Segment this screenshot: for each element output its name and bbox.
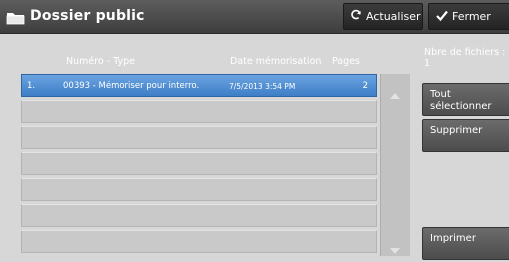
refresh-label: Actualiser — [366, 10, 421, 23]
file-count: Nbre de fichiers : 1 — [424, 47, 509, 69]
page-title: Dossier public — [30, 8, 145, 24]
checkmark-icon — [436, 10, 452, 24]
delete-button[interactable]: Supprimer — [422, 119, 509, 152]
empty-row[interactable] — [21, 152, 377, 175]
row-index: 1. — [27, 81, 36, 91]
row-number-type: 00393 - Mémoriser pour interro. — [63, 81, 200, 91]
file-list: 1. 00393 - Mémoriser pour interro. 7/5/2… — [21, 74, 379, 256]
column-header-date: Date mémorisation — [230, 56, 322, 67]
file-count-value: 1 — [424, 58, 431, 69]
arrow-down-icon[interactable] — [390, 239, 400, 258]
column-header-pages: Pages — [332, 56, 360, 67]
close-label: Fermer — [452, 10, 491, 23]
file-count-label: Nbre de fichiers : — [424, 47, 506, 58]
scrollbar[interactable] — [380, 74, 410, 256]
row-date: 7/5/2013 3:54 PM — [229, 82, 296, 91]
column-header-number-type: Numéro - Type — [66, 56, 136, 67]
empty-row[interactable] — [21, 100, 377, 123]
arrow-up-icon[interactable] — [390, 84, 400, 103]
refresh-button[interactable]: Actualiser — [343, 3, 423, 30]
empty-row[interactable] — [21, 230, 377, 253]
print-button[interactable]: Imprimer — [422, 227, 509, 260]
table-row[interactable]: 1. 00393 - Mémoriser pour interro. 7/5/2… — [21, 74, 377, 97]
close-button[interactable]: Fermer — [428, 3, 509, 30]
refresh-icon — [350, 9, 366, 24]
folder-icon — [6, 10, 26, 25]
title-bar: Dossier public Actualiser Fermer — [0, 0, 509, 34]
empty-row[interactable] — [21, 204, 377, 227]
empty-row[interactable] — [21, 126, 377, 149]
select-all-button[interactable]: Tout sélectionner — [422, 83, 509, 116]
row-pages: 2 — [362, 81, 368, 91]
empty-row[interactable] — [21, 178, 377, 201]
